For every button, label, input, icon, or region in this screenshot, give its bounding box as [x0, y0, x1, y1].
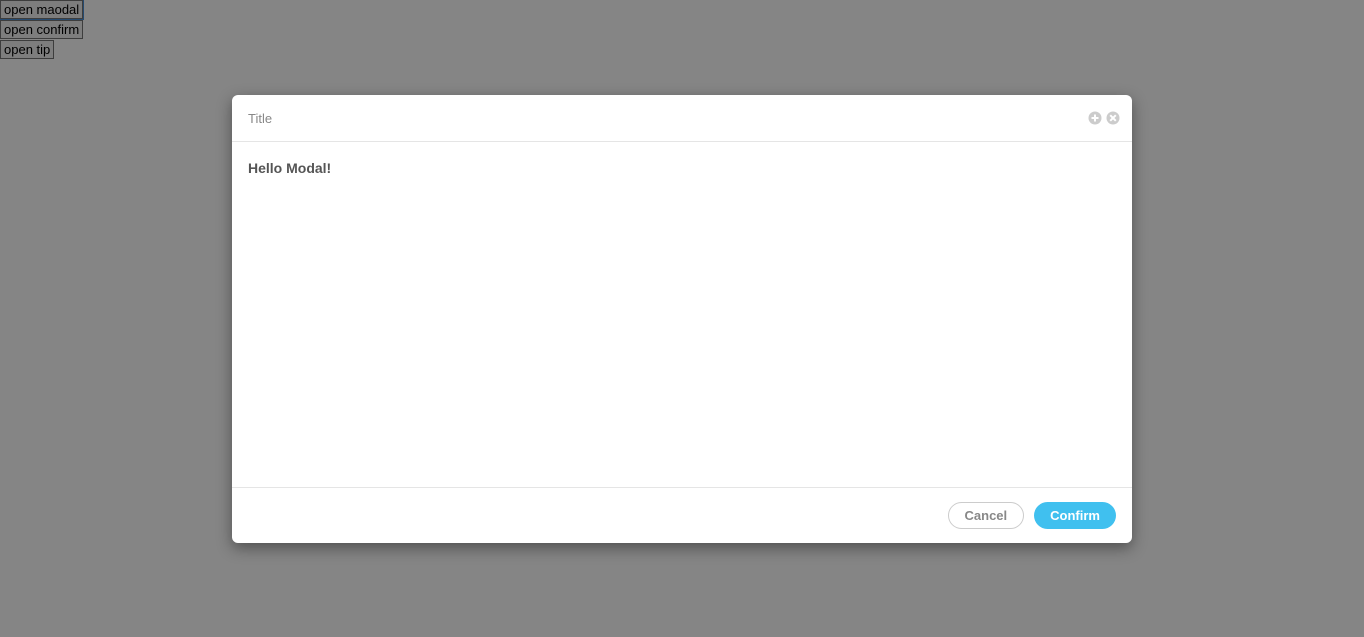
- modal-title: Title: [248, 111, 272, 126]
- modal-body: Hello Modal!: [232, 142, 1132, 487]
- modal-header-icons: [1088, 111, 1120, 125]
- close-icon[interactable]: [1106, 111, 1120, 125]
- plus-icon[interactable]: [1088, 111, 1102, 125]
- modal-body-text: Hello Modal!: [248, 160, 331, 176]
- confirm-button[interactable]: Confirm: [1034, 502, 1116, 529]
- modal-header: Title: [232, 95, 1132, 142]
- cancel-button[interactable]: Cancel: [948, 502, 1025, 529]
- modal-dialog: Title Hello Modal! Cancel Confirm: [232, 95, 1132, 543]
- modal-footer: Cancel Confirm: [232, 487, 1132, 543]
